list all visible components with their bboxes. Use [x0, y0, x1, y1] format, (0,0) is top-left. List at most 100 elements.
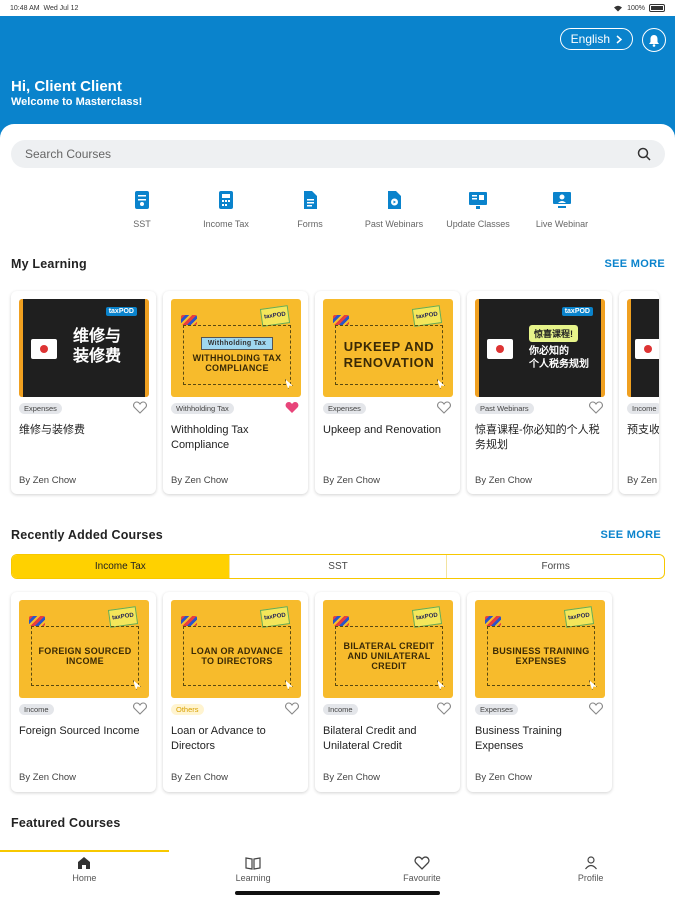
- course-card[interactable]: taxPOD Withholding Tax WITHHOLDING TAX C…: [163, 291, 308, 494]
- webinar-file-icon: [388, 191, 401, 209]
- course-author: By Zen Chow: [323, 475, 381, 486]
- thumbnail-title: FOREIGN SOURCED INCOME: [31, 626, 139, 686]
- heart-outline-icon[interactable]: [285, 702, 299, 715]
- tab-label: Profile: [577, 873, 604, 883]
- course-card[interactable]: taxPOD 维修与 装修费 Expenses 维修与装修费 By Zen Ch…: [11, 291, 156, 494]
- course-title: Upkeep and Renovation: [323, 424, 442, 436]
- thumbnail-label: Withholding Tax: [200, 337, 274, 350]
- taxpod-logo: taxPOD: [105, 307, 137, 316]
- course-card[interactable]: Income 预支收入 By Zen Ch: [619, 291, 659, 494]
- heart-outline-icon[interactable]: [437, 401, 451, 414]
- recently-added-see-more[interactable]: SEE MORE: [601, 529, 661, 541]
- bell-icon: [649, 34, 659, 47]
- my-learning-see-more[interactable]: SEE MORE: [605, 258, 665, 270]
- category-live-webinar[interactable]: Live Webinar: [520, 190, 604, 229]
- heart-outline-icon: [414, 856, 430, 870]
- course-author: By Zen Chow: [19, 772, 77, 783]
- status-time-date: 10:48 AM Wed Jul 12: [10, 5, 78, 12]
- stripes-decoration: [333, 315, 349, 325]
- stripes-decoration: [181, 616, 197, 626]
- course-card[interactable]: taxPOD 惊喜课程! 你必知的 个人税务规划 Past Webinars 惊…: [467, 291, 612, 494]
- status-bar: 10:48 AM Wed Jul 12 100%: [0, 0, 675, 16]
- notification-button[interactable]: [642, 28, 666, 52]
- course-author: By Zen Chow: [171, 772, 229, 783]
- stripes-decoration: [29, 616, 45, 626]
- heart-outline-icon[interactable]: [437, 702, 451, 715]
- main-content: Search Courses SST Income Tax Forms Past…: [0, 124, 675, 850]
- category-label: Live Webinar: [535, 219, 589, 229]
- course-tag: Expenses: [475, 704, 518, 715]
- category-update-classes[interactable]: Update Classes: [436, 190, 520, 229]
- category-forms[interactable]: Forms: [268, 190, 352, 229]
- course-author: By Zen Chow: [475, 772, 533, 783]
- battery-icon: [649, 4, 665, 12]
- my-learning-row: taxPOD 维修与 装修费 Expenses 维修与装修费 By Zen Ch…: [11, 291, 659, 494]
- greeting-title: Hi, Client Client: [11, 78, 122, 95]
- course-title: Business Training Expenses: [475, 725, 562, 752]
- stripes-decoration: [485, 616, 501, 626]
- heart-outline-icon[interactable]: [589, 702, 603, 715]
- course-tag: Income: [323, 704, 358, 715]
- heart-filled-icon[interactable]: [285, 401, 299, 414]
- greeting-block: Hi, Client Client Welcome to Masterclass…: [11, 78, 142, 108]
- thumbnail-title: 维修与 装修费: [73, 328, 122, 365]
- search-bar[interactable]: Search Courses: [11, 140, 665, 168]
- status-right: 100%: [613, 4, 665, 12]
- course-card[interactable]: taxPOD BUSINESS TRAINING EXPENSES Expens…: [467, 592, 612, 792]
- chevron-right-icon: [616, 34, 622, 44]
- live-webinar-icon: [553, 192, 571, 208]
- stripes-decoration: [181, 315, 197, 325]
- document-icon: [135, 191, 149, 209]
- thumbnail-title: LOAN OR ADVANCE TO DIRECTORS: [183, 626, 291, 686]
- tab-income-tax[interactable]: Income Tax: [12, 555, 230, 578]
- update-class-icon: [469, 192, 487, 209]
- thumbnail-frame: Withholding Tax WITHHOLDING TAX COMPLIAN…: [183, 325, 291, 385]
- tab-label: Home: [72, 873, 97, 883]
- category-label: Past Webinars: [364, 219, 424, 229]
- taxpod-logo: taxPOD: [561, 307, 593, 316]
- thumbnail-title: UPKEEP AND RENOVATION: [335, 325, 443, 385]
- recently-added-row: taxPOD FOREIGN SOURCED INCOME Income For…: [11, 592, 612, 792]
- language-button[interactable]: English: [559, 28, 633, 50]
- course-thumbnail: taxPOD FOREIGN SOURCED INCOME: [19, 600, 149, 698]
- home-icon: [78, 857, 91, 869]
- heart-outline-icon[interactable]: [133, 702, 147, 715]
- course-title: 维修与装修费: [19, 424, 85, 436]
- course-title: 惊喜课程-你必知的个人税务规划: [475, 424, 600, 451]
- course-thumbnail: taxPOD 惊喜课程! 你必知的 个人税务规划: [475, 299, 605, 397]
- search-icon[interactable]: [637, 147, 651, 161]
- course-card[interactable]: taxPOD LOAN OR ADVANCE TO DIRECTORS Othe…: [163, 592, 308, 792]
- my-learning-title: My Learning: [11, 257, 87, 271]
- welcome-subtitle: Welcome to Masterclass!: [11, 96, 143, 108]
- course-card[interactable]: taxPOD UPKEEP AND RENOVATION Expenses Up…: [315, 291, 460, 494]
- book-icon: [245, 857, 261, 870]
- course-author: By Zen Chow: [171, 475, 229, 486]
- heart-outline-icon[interactable]: [589, 401, 603, 414]
- course-tag: Others: [171, 704, 204, 715]
- tab-forms[interactable]: Forms: [447, 555, 664, 578]
- recently-added-title: Recently Added Courses: [11, 528, 163, 542]
- category-income-tax[interactable]: Income Tax: [184, 190, 268, 229]
- taxpod-logo: taxPOD: [563, 606, 595, 628]
- category-past-webinars[interactable]: Past Webinars: [352, 190, 436, 229]
- course-thumbnail: taxPOD UPKEEP AND RENOVATION: [323, 299, 453, 397]
- tab-label: Learning: [235, 873, 271, 883]
- course-title: Bilateral Credit and Unilateral Credit: [323, 725, 417, 752]
- tab-profile[interactable]: Profile: [506, 850, 675, 900]
- course-title: Foreign Sourced Income: [19, 725, 140, 737]
- heart-outline-icon[interactable]: [133, 401, 147, 414]
- featured-courses-title: Featured Courses: [11, 816, 121, 830]
- tab-sst[interactable]: SST: [230, 555, 448, 578]
- course-card[interactable]: taxPOD FOREIGN SOURCED INCOME Income For…: [11, 592, 156, 792]
- course-card[interactable]: taxPOD BILATERAL CREDIT AND UNILATERAL C…: [315, 592, 460, 792]
- thumbnail-title: 你必知的 个人税务规划: [529, 346, 589, 370]
- home-indicator: [235, 891, 440, 895]
- category-shortcuts: SST Income Tax Forms Past Webinars Updat…: [100, 190, 604, 229]
- category-sst[interactable]: SST: [100, 190, 184, 229]
- course-author: By Zen Chow: [19, 475, 77, 486]
- course-tag: Income: [627, 403, 659, 414]
- taxpod-logo: taxPOD: [107, 606, 139, 628]
- tab-home[interactable]: Home: [0, 850, 169, 900]
- course-tag: Past Webinars: [475, 403, 534, 414]
- course-author: By Zen Chow: [323, 772, 381, 783]
